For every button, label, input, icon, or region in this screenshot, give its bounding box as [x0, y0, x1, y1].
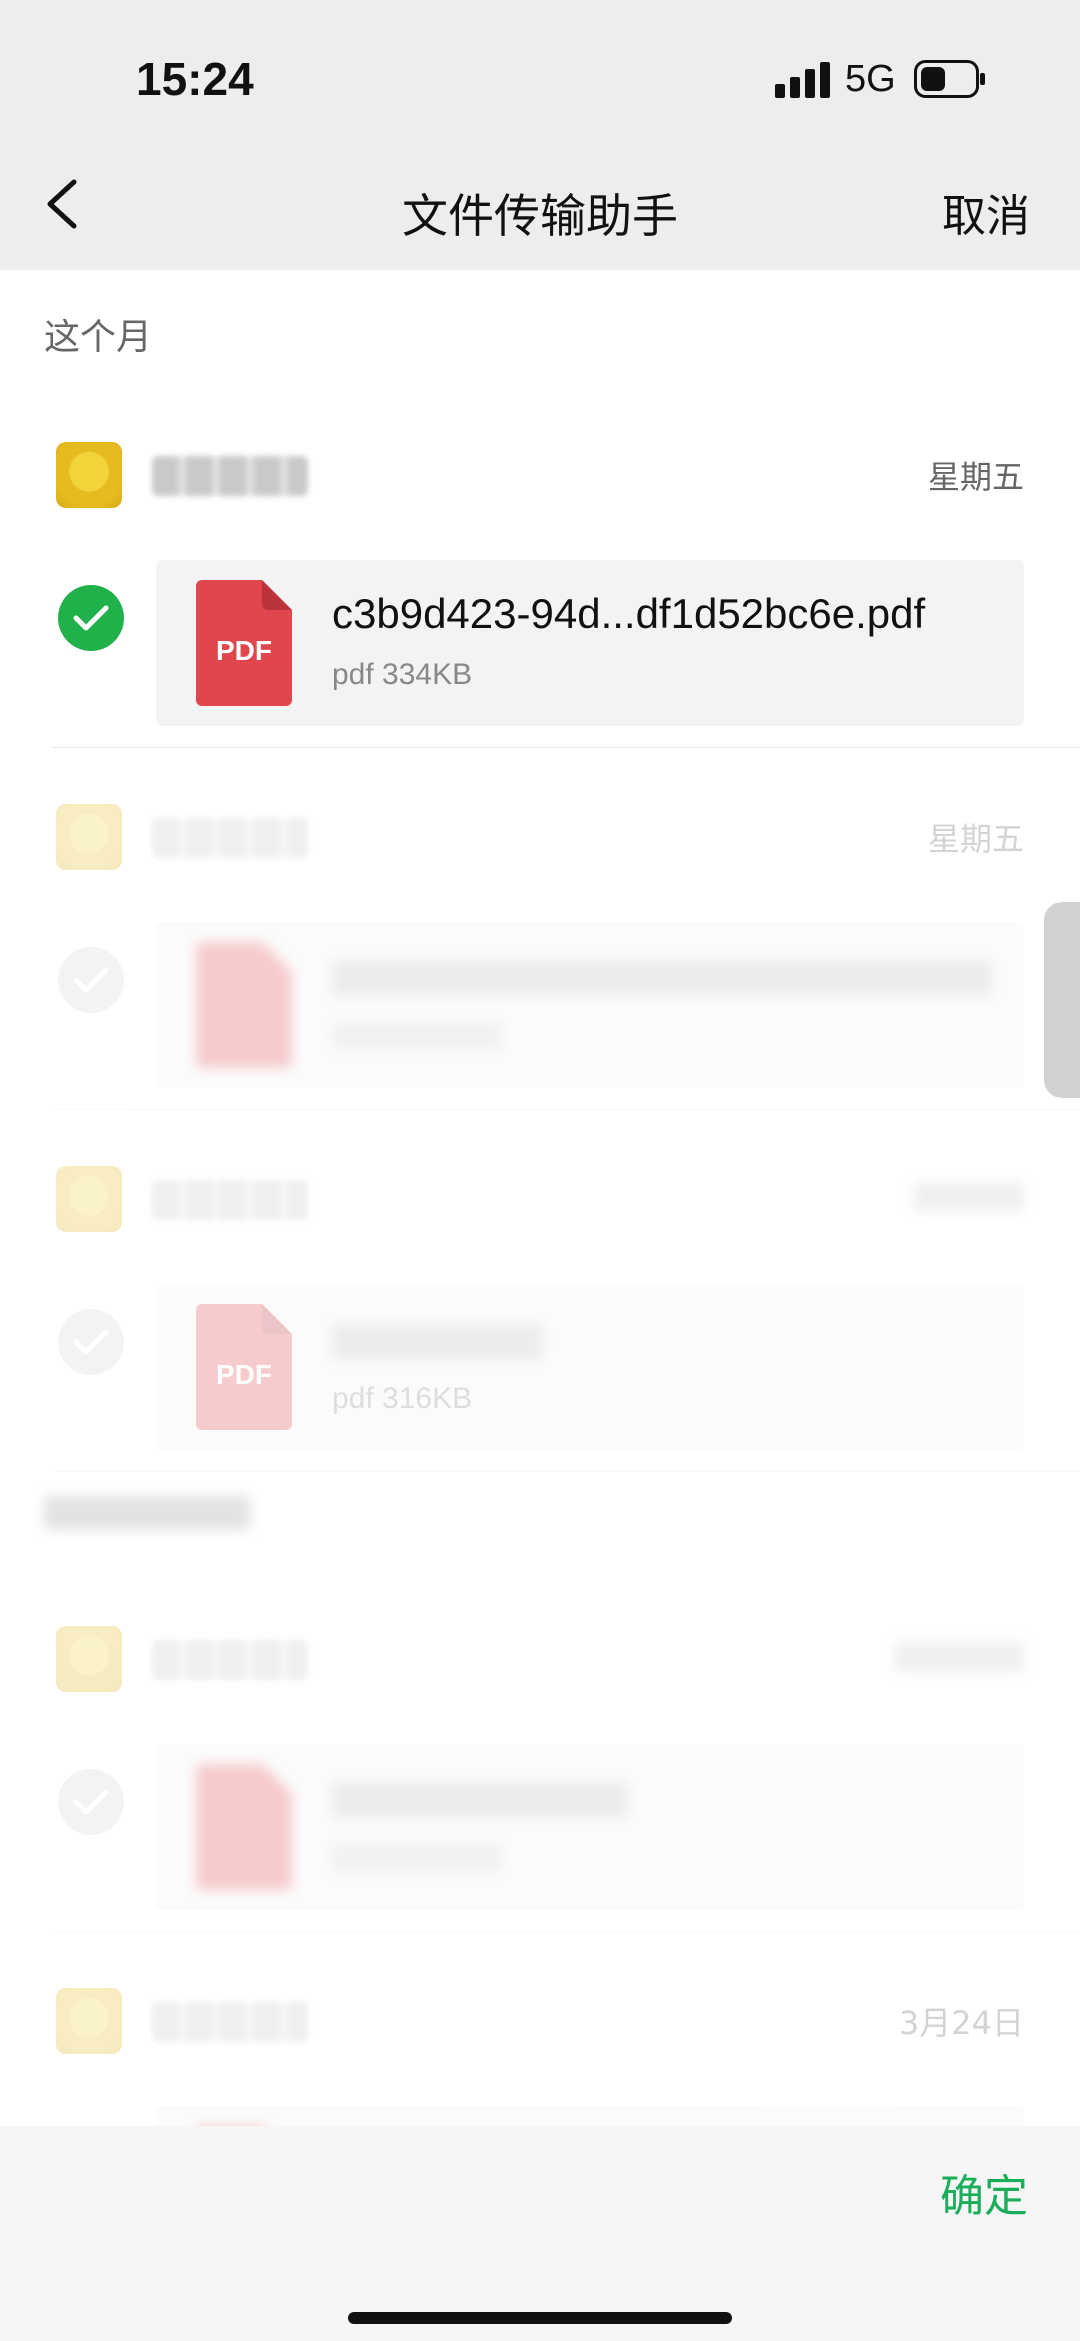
signal-icon	[775, 62, 830, 98]
pdf-file-icon: PDF	[196, 1304, 292, 1430]
sender-name-redacted	[152, 2002, 308, 2042]
file-name-redacted	[332, 960, 992, 996]
unselected-checkbox[interactable]	[58, 947, 124, 1013]
section-label-this-month: 这个月	[44, 317, 153, 358]
network-type: 5G	[845, 58, 896, 100]
pdf-file-icon: PDF	[196, 580, 292, 706]
avatar	[56, 1166, 122, 1232]
confirm-button[interactable]: 确定	[940, 2160, 1028, 2224]
selected-checkbox[interactable]	[58, 585, 124, 651]
checkmark-icon	[73, 605, 109, 631]
sender-name-redacted	[152, 818, 308, 858]
section-label-redacted	[44, 1496, 250, 1530]
scrollbar[interactable]	[1044, 902, 1080, 1098]
pdf-icon-label: PDF	[216, 1359, 272, 1390]
unselected-checkbox[interactable]	[58, 1309, 124, 1375]
sender-name-redacted	[152, 1180, 308, 1220]
avatar	[56, 804, 122, 870]
file-card[interactable]	[156, 922, 1024, 1088]
file-message[interactable]: PDF pdf 316KB	[0, 1110, 1080, 1472]
file-message[interactable]: 星期五 PDF c3b9d423-94d...df1d52bc6e.pdf pd…	[0, 386, 1080, 748]
divider	[52, 1471, 1080, 1472]
file-meta-redacted	[332, 1844, 502, 1872]
message-date: 星期五	[927, 458, 1024, 496]
pdf-icon-label: PDF	[216, 635, 272, 666]
avatar	[56, 1988, 122, 2054]
unselected-checkbox[interactable]	[58, 1769, 124, 1835]
message-date-redacted	[914, 1182, 1024, 1212]
file-message[interactable]	[0, 1570, 1080, 1932]
file-meta: pdf 316KB	[332, 1382, 473, 1415]
battery-icon	[914, 60, 985, 98]
cancel-button[interactable]: 取消	[942, 180, 1030, 244]
file-name: c3b9d423-94d...df1d52bc6e.pdf	[332, 590, 926, 637]
avatar	[56, 1626, 122, 1692]
sender-name-redacted	[152, 456, 308, 496]
file-message[interactable]: 星期五	[0, 748, 1080, 1110]
avatar	[56, 442, 122, 508]
checkmark-icon	[73, 1329, 109, 1355]
pdf-file-icon	[196, 942, 292, 1068]
file-name-redacted	[332, 1324, 542, 1360]
bottom-bar: 确定	[0, 2126, 1080, 2341]
file-meta: pdf 334KB	[332, 658, 473, 691]
file-card[interactable]: PDF pdf 316KB	[156, 1284, 1024, 1450]
pdf-file-icon	[196, 1764, 292, 1890]
header: 15:24 5G 文件传输助手 取消	[0, 0, 1080, 270]
page-title: 文件传输助手	[402, 189, 678, 243]
sender-name-redacted	[152, 1640, 308, 1680]
file-name-redacted	[332, 1782, 628, 1818]
message-date-redacted	[894, 1642, 1024, 1672]
message-date: 星期五	[927, 820, 1024, 858]
file-card[interactable]	[156, 1744, 1024, 1910]
file-meta-redacted	[332, 1022, 502, 1050]
home-indicator[interactable]	[348, 2312, 732, 2324]
checkmark-icon	[73, 1789, 109, 1815]
status-time: 15:24	[136, 53, 254, 105]
checkmark-icon	[73, 967, 109, 993]
message-date: 3月24日	[898, 2004, 1024, 2042]
file-card[interactable]: PDF c3b9d423-94d...df1d52bc6e.pdf pdf 33…	[156, 560, 1024, 726]
